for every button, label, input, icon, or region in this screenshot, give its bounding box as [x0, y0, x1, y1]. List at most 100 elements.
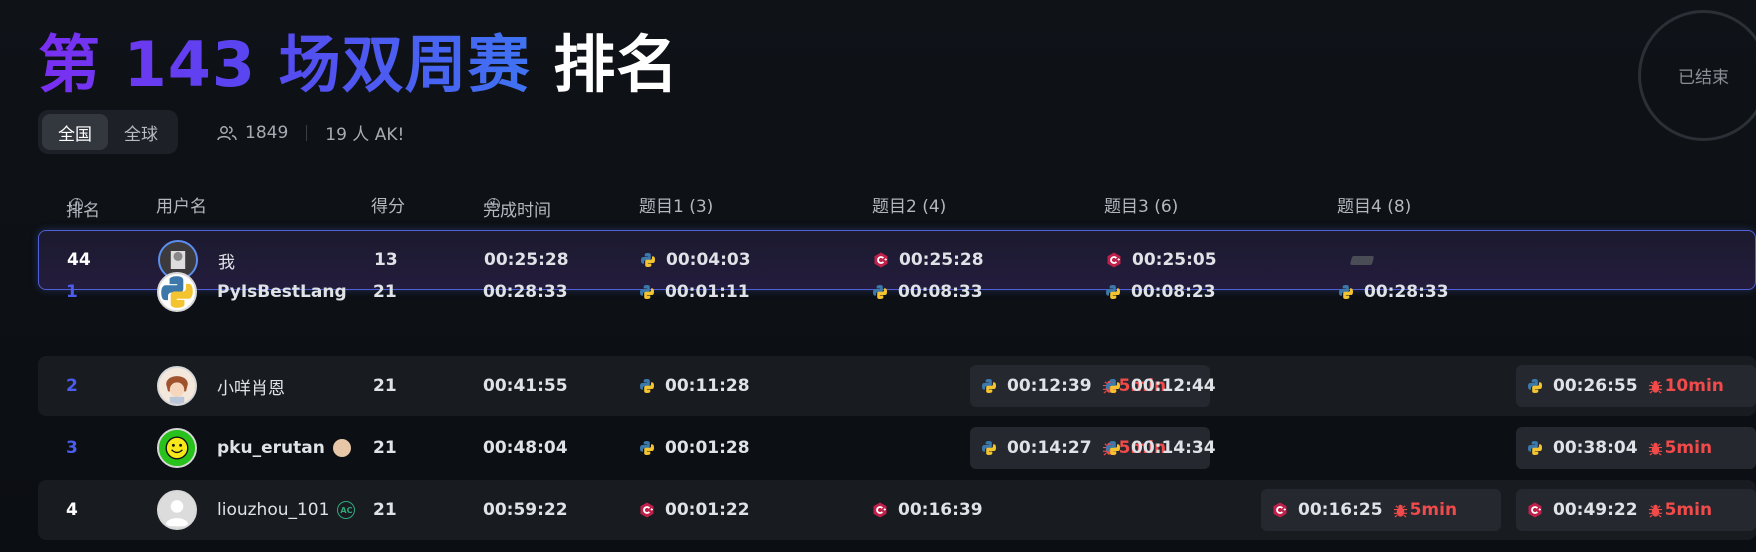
problem-time: 00:08:23: [1131, 282, 1216, 302]
ac-badge-icon: AC: [337, 501, 356, 519]
users-icon: [217, 125, 237, 140]
header-finish-time: 完成时间 i: [483, 192, 551, 221]
problem-cell-q1[interactable]: 00:11:28: [628, 356, 750, 416]
problem-time: 00:01:22: [665, 500, 750, 520]
rank-cell: 4: [66, 500, 78, 520]
table-row[interactable]: 4 liouzhou_101 AC 21 00:59:22 00:01:22 0…: [38, 480, 1756, 540]
python-icon: [1106, 285, 1120, 299]
ak-count: 19 人 AK!: [325, 125, 405, 145]
avatar[interactable]: [157, 490, 197, 530]
cpp-icon: [640, 502, 654, 518]
problem-cell-q4[interactable]: 00:49:22 5min: [1516, 489, 1756, 531]
problem-cell-q1[interactable]: 00:01:22: [628, 480, 750, 540]
table-row[interactable]: 2 小咩肖恩 21 00:41:55 00:11:28 00:12:39 5mi…: [38, 356, 1756, 416]
python-icon: [1528, 441, 1542, 455]
penalty: 5min: [1393, 500, 1457, 520]
username-link[interactable]: liouzhou_101: [217, 500, 329, 520]
problem-time: 00:16:39: [898, 500, 983, 520]
python-icon: [640, 441, 654, 455]
python-icon: [640, 285, 654, 299]
rank-cell: 1: [66, 282, 78, 302]
scope-national-button[interactable]: 全国: [42, 114, 108, 150]
problem-cell-q3[interactable]: 00:14:34: [1094, 418, 1216, 478]
header-q3: 题目3 (6): [1104, 197, 1179, 217]
score-cell: 21: [373, 438, 397, 458]
participant-count: 1849: [245, 122, 289, 143]
avatar[interactable]: [157, 272, 197, 312]
penalty-text: 5min: [1664, 500, 1713, 520]
cpp-icon: [1528, 502, 1542, 518]
score-cell: 21: [373, 500, 397, 520]
header-rank: 排名 i: [66, 192, 100, 221]
bug-icon: [1648, 380, 1662, 394]
finish-time-cell: 00:48:04: [483, 438, 568, 458]
problem-cell-q2[interactable]: 00:16:39: [861, 480, 983, 540]
penalty-text: 5min: [1409, 500, 1458, 520]
penalty-text: 5min: [1664, 438, 1713, 458]
penalty: 10min: [1648, 376, 1724, 396]
table-row[interactable]: 3 pku_erutan 21 00:48:04 00:01:28 00:14:…: [38, 418, 1756, 478]
penalty-text: 10min: [1664, 376, 1724, 396]
problem-cell-q4[interactable]: 00:28:33: [1327, 262, 1449, 322]
header-username: 用户名: [156, 197, 207, 217]
problem-cell-q3[interactable]: 00:08:23: [1094, 262, 1216, 322]
username-link[interactable]: 小咩肖恩: [217, 374, 285, 399]
scope-toggle: 全国 全球: [38, 110, 178, 154]
avatar[interactable]: [157, 428, 197, 468]
python-icon: [1339, 285, 1353, 299]
problem-time: 00:28:33: [1364, 282, 1449, 302]
problem-time: 00:01:11: [665, 282, 750, 302]
problem-time: 00:49:22: [1553, 500, 1638, 520]
header-finish-time-label: 完成时间: [483, 201, 551, 221]
cpp-icon: [873, 502, 887, 518]
python-icon: [982, 379, 996, 393]
problem-time: 00:08:33: [898, 282, 983, 302]
username-link[interactable]: PyIsBestLang: [217, 282, 347, 302]
ranking-table-header: 排名 i 用户名 得分 完成时间 i 题目1 (3) 题目2 (4) 题目3 (6)…: [38, 188, 1756, 221]
username-link[interactable]: pku_erutan: [217, 438, 325, 458]
problem-time: 00:11:28: [665, 376, 750, 396]
scope-global-button[interactable]: 全球: [108, 114, 174, 150]
finish-time-cell: 00:28:33: [483, 282, 568, 302]
header-q1: 题目1 (3): [639, 197, 714, 217]
header-q2: 题目2 (4): [872, 197, 947, 217]
cpp-icon: [1273, 502, 1287, 518]
finish-time-cell: 00:59:22: [483, 500, 568, 520]
finish-time-cell: 00:41:55: [483, 376, 568, 396]
bug-icon: [1648, 504, 1662, 518]
python-icon: [640, 379, 654, 393]
ranking-title: 排名: [553, 28, 680, 101]
problem-time: 00:14:27: [1007, 438, 1092, 458]
stats-divider: [306, 124, 308, 141]
problem-cell-q4[interactable]: 00:26:55 10min: [1516, 365, 1756, 407]
penalty: 5min: [1648, 438, 1712, 458]
problem-cell-q3[interactable]: 00:12:44: [1094, 356, 1216, 416]
penalty: 5min: [1648, 500, 1712, 520]
python-icon: [873, 285, 887, 299]
contest-stats: 1849 19 人 AK!: [217, 120, 404, 145]
score-cell: 21: [373, 282, 397, 302]
header-rank-label: 排名: [66, 201, 100, 221]
page-title: 第 143 场双周赛 排名: [38, 14, 679, 104]
user-badge-icon: [332, 439, 351, 457]
problem-cell-q3[interactable]: 00:16:25 5min: [1261, 489, 1501, 531]
rank-cell: 3: [66, 438, 78, 458]
bug-icon: [1648, 442, 1662, 456]
python-icon: [1528, 379, 1542, 393]
problem-cell-q4[interactable]: 00:38:04 5min: [1516, 427, 1756, 469]
problem-cell-q1[interactable]: 00:01:11: [628, 262, 750, 322]
problem-time: 00:38:04: [1553, 438, 1638, 458]
problem-cell-q1[interactable]: 00:01:28: [628, 418, 750, 478]
table-row[interactable]: 1 PyIsBestLang 21 00:28:33 00:01:11 00:0…: [38, 262, 1756, 322]
header-score: 得分: [371, 197, 405, 217]
problem-time: 00:12:44: [1131, 376, 1216, 396]
python-icon: [982, 441, 996, 455]
problem-cell-q2[interactable]: 00:08:33: [861, 262, 983, 322]
contest-status-badge: 已结束: [1638, 10, 1756, 141]
problem-time: 00:01:28: [665, 438, 750, 458]
problem-time: 00:12:39: [1007, 376, 1092, 396]
bug-icon: [1393, 504, 1407, 518]
header-q4: 题目4 (8): [1337, 197, 1412, 217]
score-cell: 21: [373, 376, 397, 396]
avatar[interactable]: [157, 366, 197, 406]
